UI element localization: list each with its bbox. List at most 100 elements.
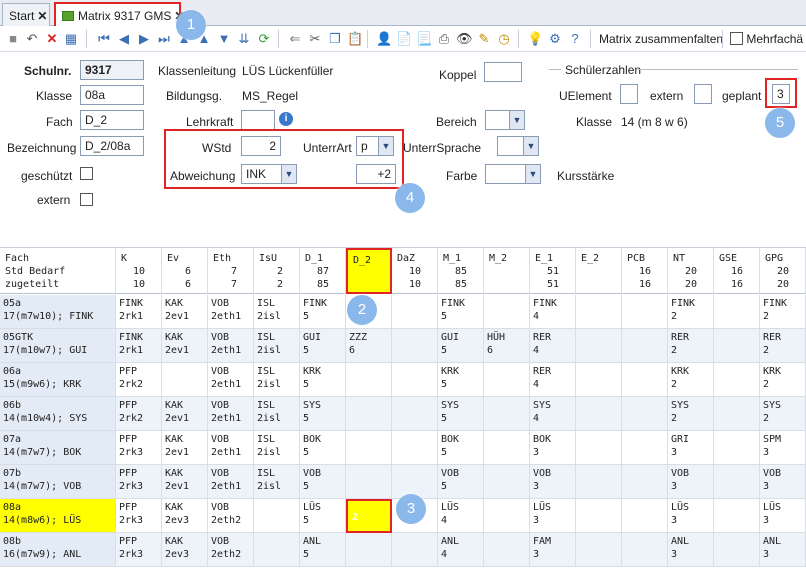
grid-cell[interactable]: VOB 3 — [760, 465, 806, 499]
grid-cell[interactable]: PFP 2rk2 — [116, 363, 162, 397]
grid-cell[interactable]: KRK 2 — [668, 363, 714, 397]
grid-cell[interactable]: FINK 2 — [668, 295, 714, 329]
grid-cell[interactable]: ISL 2isl — [254, 363, 300, 397]
table-icon[interactable]: ▦ — [63, 31, 79, 47]
grid-column-header[interactable]: GSE 16 16 — [714, 248, 760, 294]
collapse-matrix-button[interactable]: Matrix zusammenfalten — [599, 32, 723, 46]
farbe-select[interactable]: ▼ — [485, 164, 541, 184]
grid-cell[interactable]: FAM 3 — [530, 533, 576, 567]
grid-cell[interactable] — [622, 363, 668, 397]
grid-cell[interactable]: SYS 2 — [668, 397, 714, 431]
grid-cell[interactable]: KRK 5 — [300, 363, 346, 397]
grid-cell[interactable] — [576, 295, 622, 329]
grid-cell[interactable]: KAK 2ev1 — [162, 465, 208, 499]
grid-cell[interactable] — [484, 465, 530, 499]
down-icon[interactable]: ▼ — [216, 31, 232, 47]
grid-cell[interactable]: KAK 2ev1 — [162, 329, 208, 363]
unterrsprache-select[interactable]: ▼ — [497, 136, 539, 156]
koppel-field[interactable] — [484, 62, 522, 82]
grid-cell[interactable]: BOK 3 — [530, 431, 576, 465]
grid-column-header[interactable]: D_2 — [346, 248, 392, 294]
grid-column-header[interactable]: NT 20 20 — [668, 248, 714, 294]
mehrfach-checkbox[interactable] — [730, 32, 743, 45]
grid-cell[interactable]: KRK 2 — [760, 363, 806, 397]
tab-matrix[interactable]: Matrix 9317 GMS✕ — [54, 2, 184, 26]
grid-cell[interactable]: RER 2 — [668, 329, 714, 363]
grid-column-header[interactable]: M_2 — [484, 248, 530, 294]
grid-cell[interactable] — [484, 533, 530, 567]
grid-column-header[interactable]: K 10 10 — [116, 248, 162, 294]
grid-cell[interactable] — [622, 533, 668, 567]
grid-cell[interactable] — [254, 533, 300, 567]
grid-cell[interactable] — [346, 465, 392, 499]
grid-cell[interactable]: KAK 2ev1 — [162, 295, 208, 329]
extern-checkbox[interactable] — [80, 193, 93, 206]
grid-cell[interactable] — [392, 363, 438, 397]
grid-cell[interactable]: PFP 2rk3 — [116, 499, 162, 533]
grid-cell[interactable] — [392, 295, 438, 329]
grid-cell[interactable] — [576, 533, 622, 567]
grid-cell[interactable]: ISL 2isl — [254, 295, 300, 329]
abweichung-select[interactable]: INK ▼ — [241, 164, 297, 184]
grid-cell[interactable]: VOB 2eth1 — [208, 431, 254, 465]
grid-row-header[interactable]: 08b 16(m7w9); ANL — [0, 533, 116, 567]
grid-cell[interactable]: SYS 5 — [438, 397, 484, 431]
grid-cell[interactable]: PFP 2rk3 — [116, 465, 162, 499]
geplant-field[interactable]: 3 — [772, 84, 790, 104]
grid-column-header[interactable]: M_1 85 85 — [438, 248, 484, 294]
grid-cell[interactable]: VOB 2eth2 — [208, 499, 254, 533]
grid-cell[interactable] — [346, 397, 392, 431]
grid-cell[interactable]: FINK 5 — [438, 295, 484, 329]
grid-cell[interactable]: VOB 2eth1 — [208, 465, 254, 499]
grid-cell[interactable]: ANL 5 — [300, 533, 346, 567]
grid-cell[interactable]: ISL 2isl — [254, 397, 300, 431]
grid-cell[interactable]: BOK 5 — [438, 431, 484, 465]
lightbulb-icon[interactable]: 💡 — [527, 31, 543, 47]
extern-count-field[interactable] — [694, 84, 712, 104]
grid-cell[interactable]: LÜS 5 — [300, 499, 346, 533]
grid-cell[interactable]: ANL 3 — [668, 533, 714, 567]
grid-cell[interactable] — [576, 397, 622, 431]
grid-cell[interactable] — [714, 533, 760, 567]
grid-cell[interactable]: ISL 2isl — [254, 465, 300, 499]
grid-cell[interactable]: ANL 3 — [760, 533, 806, 567]
report-icon[interactable]: 📄 — [396, 31, 412, 47]
grid-cell[interactable] — [714, 329, 760, 363]
fach-field[interactable]: D_2 — [80, 110, 144, 130]
grid-cell[interactable]: FINK 2 — [760, 295, 806, 329]
grid-cell[interactable]: KRK 5 — [438, 363, 484, 397]
grid-cell[interactable]: PFP 2rk3 — [116, 431, 162, 465]
grid-cell[interactable]: LÜS 4 — [438, 499, 484, 533]
grid-cell[interactable]: ANL 4 — [438, 533, 484, 567]
grid-cell[interactable]: ISL 2isl — [254, 431, 300, 465]
user-icon[interactable]: 👤 — [376, 31, 392, 47]
grid-cell[interactable]: LÜS 3 — [760, 499, 806, 533]
grid-column-header[interactable]: Eth 7 7 — [208, 248, 254, 294]
document-icon[interactable]: 📃 — [416, 31, 432, 47]
copy-icon[interactable]: ❐ — [327, 31, 343, 47]
bezeichnung-field[interactable]: D_2/08a — [80, 136, 144, 156]
undo-icon[interactable]: ↶ — [24, 31, 40, 47]
grid-cell[interactable]: SYS 4 — [530, 397, 576, 431]
grid-cell[interactable]: ZZZ 6 — [346, 329, 392, 363]
grid-cell[interactable]: ISL 2isl — [254, 329, 300, 363]
grid-cell[interactable] — [714, 465, 760, 499]
grid-cell[interactable]: VOB 2eth1 — [208, 363, 254, 397]
paste-icon[interactable]: 📋 — [347, 31, 363, 47]
grid-row-header[interactable]: 08a 14(m8w6); LÜS — [0, 499, 116, 533]
geschuetzt-checkbox[interactable] — [80, 167, 93, 180]
grid-cell[interactable]: RER 4 — [530, 329, 576, 363]
grid-cell[interactable] — [714, 295, 760, 329]
grid-cell[interactable]: FINK 2rk1 — [116, 329, 162, 363]
grid-cell[interactable] — [714, 499, 760, 533]
grid-cell[interactable]: PFP 2rk2 — [116, 397, 162, 431]
broom-icon[interactable]: ✎ — [476, 31, 492, 47]
grid-cell[interactable]: VOB 2eth1 — [208, 329, 254, 363]
grid-cell[interactable] — [346, 431, 392, 465]
grid-cell[interactable]: FINK 5 — [300, 295, 346, 329]
grid-cell[interactable]: KAK 2ev3 — [162, 499, 208, 533]
grid-cell[interactable] — [622, 499, 668, 533]
grid-cell[interactable] — [392, 533, 438, 567]
grid-cell[interactable]: SPM 3 — [760, 431, 806, 465]
grid-cell[interactable] — [346, 533, 392, 567]
